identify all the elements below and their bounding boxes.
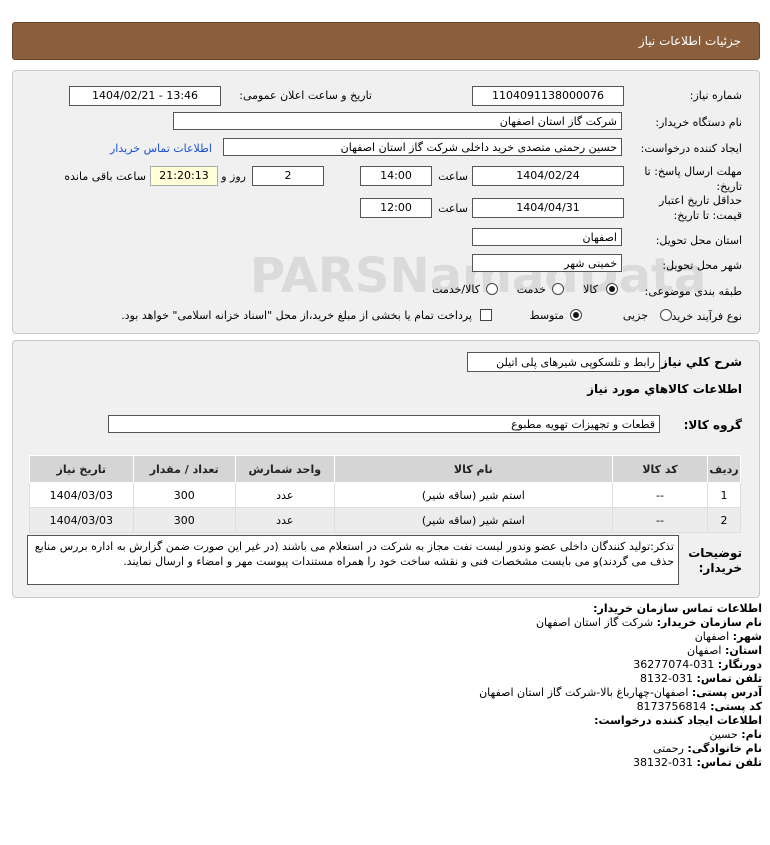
process-label: نوع فرآیند خرید :	[664, 310, 742, 323]
contact-section: اطلاعات تماس سازمان خریدار: نام سازمان خ…	[22, 602, 762, 770]
category-goods-label: کالا	[583, 283, 598, 296]
address-label: آدرس پستی:	[691, 686, 762, 699]
first-name-value: حسین	[709, 728, 738, 741]
postal-value: 8173756814	[636, 700, 707, 713]
need-number-label: شماره نیاز:	[689, 89, 742, 102]
deadline-time-label: ساعت	[438, 170, 468, 183]
page-header: جزئیات اطلاعات نیاز	[12, 22, 760, 60]
announce-field: 1404/02/21 - 13:46	[69, 86, 221, 106]
org-name-label: نام سازمان خریدار:	[656, 616, 762, 629]
cell-code: --	[611, 482, 709, 508]
creator-label: ایجاد کننده درخواست:	[640, 142, 742, 155]
cell-date: 1404/03/03	[29, 482, 134, 508]
address-value: اصفهان-چهارباغ بالا-شرکت گاز استان اصفها…	[479, 686, 689, 699]
process-radio-medium[interactable]	[570, 309, 582, 321]
table-row[interactable]: 1 -- استم شیر (ساقه شیر) عدد 300 1404/03…	[29, 482, 741, 508]
cell-row: 1	[707, 482, 741, 508]
days-label: روز و	[221, 170, 246, 183]
payment-note: پرداخت تمام یا بخشی از مبلغ خرید،از محل …	[121, 309, 472, 322]
category-radio-goods-service[interactable]	[486, 283, 498, 295]
remaining-time-field: 21:20:13	[150, 166, 218, 186]
notes-label: توضیحات خریدار:	[688, 546, 742, 575]
buyer-contact-link[interactable]: اطلاعات تماس خریدار	[110, 142, 212, 155]
col-row: ردیف	[707, 455, 741, 483]
notes-box: تذکر:تولید کنندگان داخلی عضو وندور لیست …	[27, 535, 679, 585]
province-field: اصفهان	[472, 228, 622, 246]
province-info-value: اصفهان	[687, 644, 722, 657]
fax-value: 031-36277074	[633, 658, 715, 671]
cell-date: 1404/03/03	[29, 507, 134, 533]
category-radio-service[interactable]	[552, 283, 564, 295]
first-name-label: نام:	[741, 728, 762, 741]
cell-name: استم شیر (ساقه شیر)	[333, 507, 613, 533]
goods-table: ردیف کد کالا نام کالا واحد شمارش تعداد /…	[29, 455, 741, 533]
city-label: شهر محل تحویل:	[662, 259, 742, 272]
col-code: کد کالا	[611, 455, 709, 483]
summary-field: رابط و تلسکوپی شیرهای پلی اتیلن	[467, 352, 660, 372]
cell-name: استم شیر (ساقه شیر)	[333, 482, 613, 508]
org-name-value: شرکت گاز استان اصفهان	[535, 616, 654, 629]
validity-label: حداقل تاریخ اعتبار قیمت: تا تاریخ:	[658, 194, 742, 222]
phone-label: تلفن تماس:	[696, 672, 762, 685]
creator-phone-value: 031-38132	[633, 756, 694, 769]
page-title: جزئیات اطلاعات نیاز	[638, 34, 741, 48]
group-label: گروه کالا:	[683, 418, 742, 432]
fax-label: دورنگار:	[717, 658, 762, 671]
process-medium-label: متوسط	[529, 309, 564, 322]
announce-label: تاریخ و ساعت اعلان عمومی:	[239, 89, 372, 102]
col-date: تاریخ نیاز	[29, 455, 134, 483]
postal-label: کد پستی:	[710, 700, 762, 713]
province-label: استان محل تحویل:	[655, 234, 742, 247]
category-goods-service-label: کالا/خدمت	[432, 283, 480, 296]
creator-field: حسین رحمتی متصدی خرید داخلی شرکت گاز است…	[223, 138, 622, 156]
last-name-value: رحمتی	[652, 742, 684, 755]
city-info-label: شهر:	[732, 630, 762, 643]
city-info-value: اصفهان	[694, 630, 730, 643]
category-service-label: خدمت	[516, 283, 546, 296]
cell-unit: عدد	[234, 482, 335, 508]
category-radio-goods[interactable]	[606, 283, 618, 295]
last-name-label: نام خانوادگی:	[687, 742, 762, 755]
col-name: نام کالا	[333, 455, 613, 483]
deadline-time-field: 14:00	[360, 166, 432, 186]
table-row[interactable]: 2 -- استم شیر (ساقه شیر) عدد 300 1404/03…	[29, 507, 741, 533]
buyer-org-field: شرکت گاز استان اصفهان	[173, 112, 622, 130]
summary-label: شرح كلي نياز:	[656, 355, 742, 369]
buyer-org-label: نام دستگاه خریدار:	[655, 116, 742, 129]
process-radio-minor[interactable]	[660, 309, 672, 321]
cell-qty: 300	[132, 482, 236, 508]
days-field: 2	[252, 166, 324, 186]
city-field: خمینی شهر	[472, 254, 622, 272]
cell-row: 2	[707, 507, 741, 533]
creator-contact-title: اطلاعات ایجاد کننده درخواست:	[594, 714, 762, 727]
creator-phone-label: تلفن تماس:	[696, 756, 762, 769]
col-unit: واحد شمارش	[234, 455, 335, 483]
col-qty: تعداد / مقدار	[132, 455, 236, 483]
validity-time-label: ساعت	[438, 202, 468, 215]
cell-unit: عدد	[234, 507, 335, 533]
phone-value: 031-8132	[640, 672, 694, 685]
org-contact-title: اطلاعات تماس سازمان خریدار:	[593, 602, 762, 615]
process-minor-label: جزیی	[622, 309, 648, 322]
deadline-date-field: 1404/02/24	[472, 166, 624, 186]
remaining-label: ساعت باقی مانده	[64, 170, 146, 183]
group-field: قطعات و تجهیزات تهویه مطبوع	[108, 415, 660, 433]
need-number-field: 1104091138000076	[472, 86, 624, 106]
cell-code: --	[611, 507, 709, 533]
deadline-label: مهلت ارسال پاسخ: تا تاریخ:	[644, 165, 742, 193]
goods-info-title: اطلاعات كالاهاي مورد نياز	[587, 382, 742, 396]
validity-date-field: 1404/04/31	[472, 198, 624, 218]
cell-qty: 300	[132, 507, 236, 533]
validity-time-field: 12:00	[360, 198, 432, 218]
treasury-checkbox[interactable]	[480, 309, 492, 321]
province-info-label: استان:	[725, 644, 762, 657]
category-label: طبقه بندی موضوعی:	[644, 285, 742, 298]
